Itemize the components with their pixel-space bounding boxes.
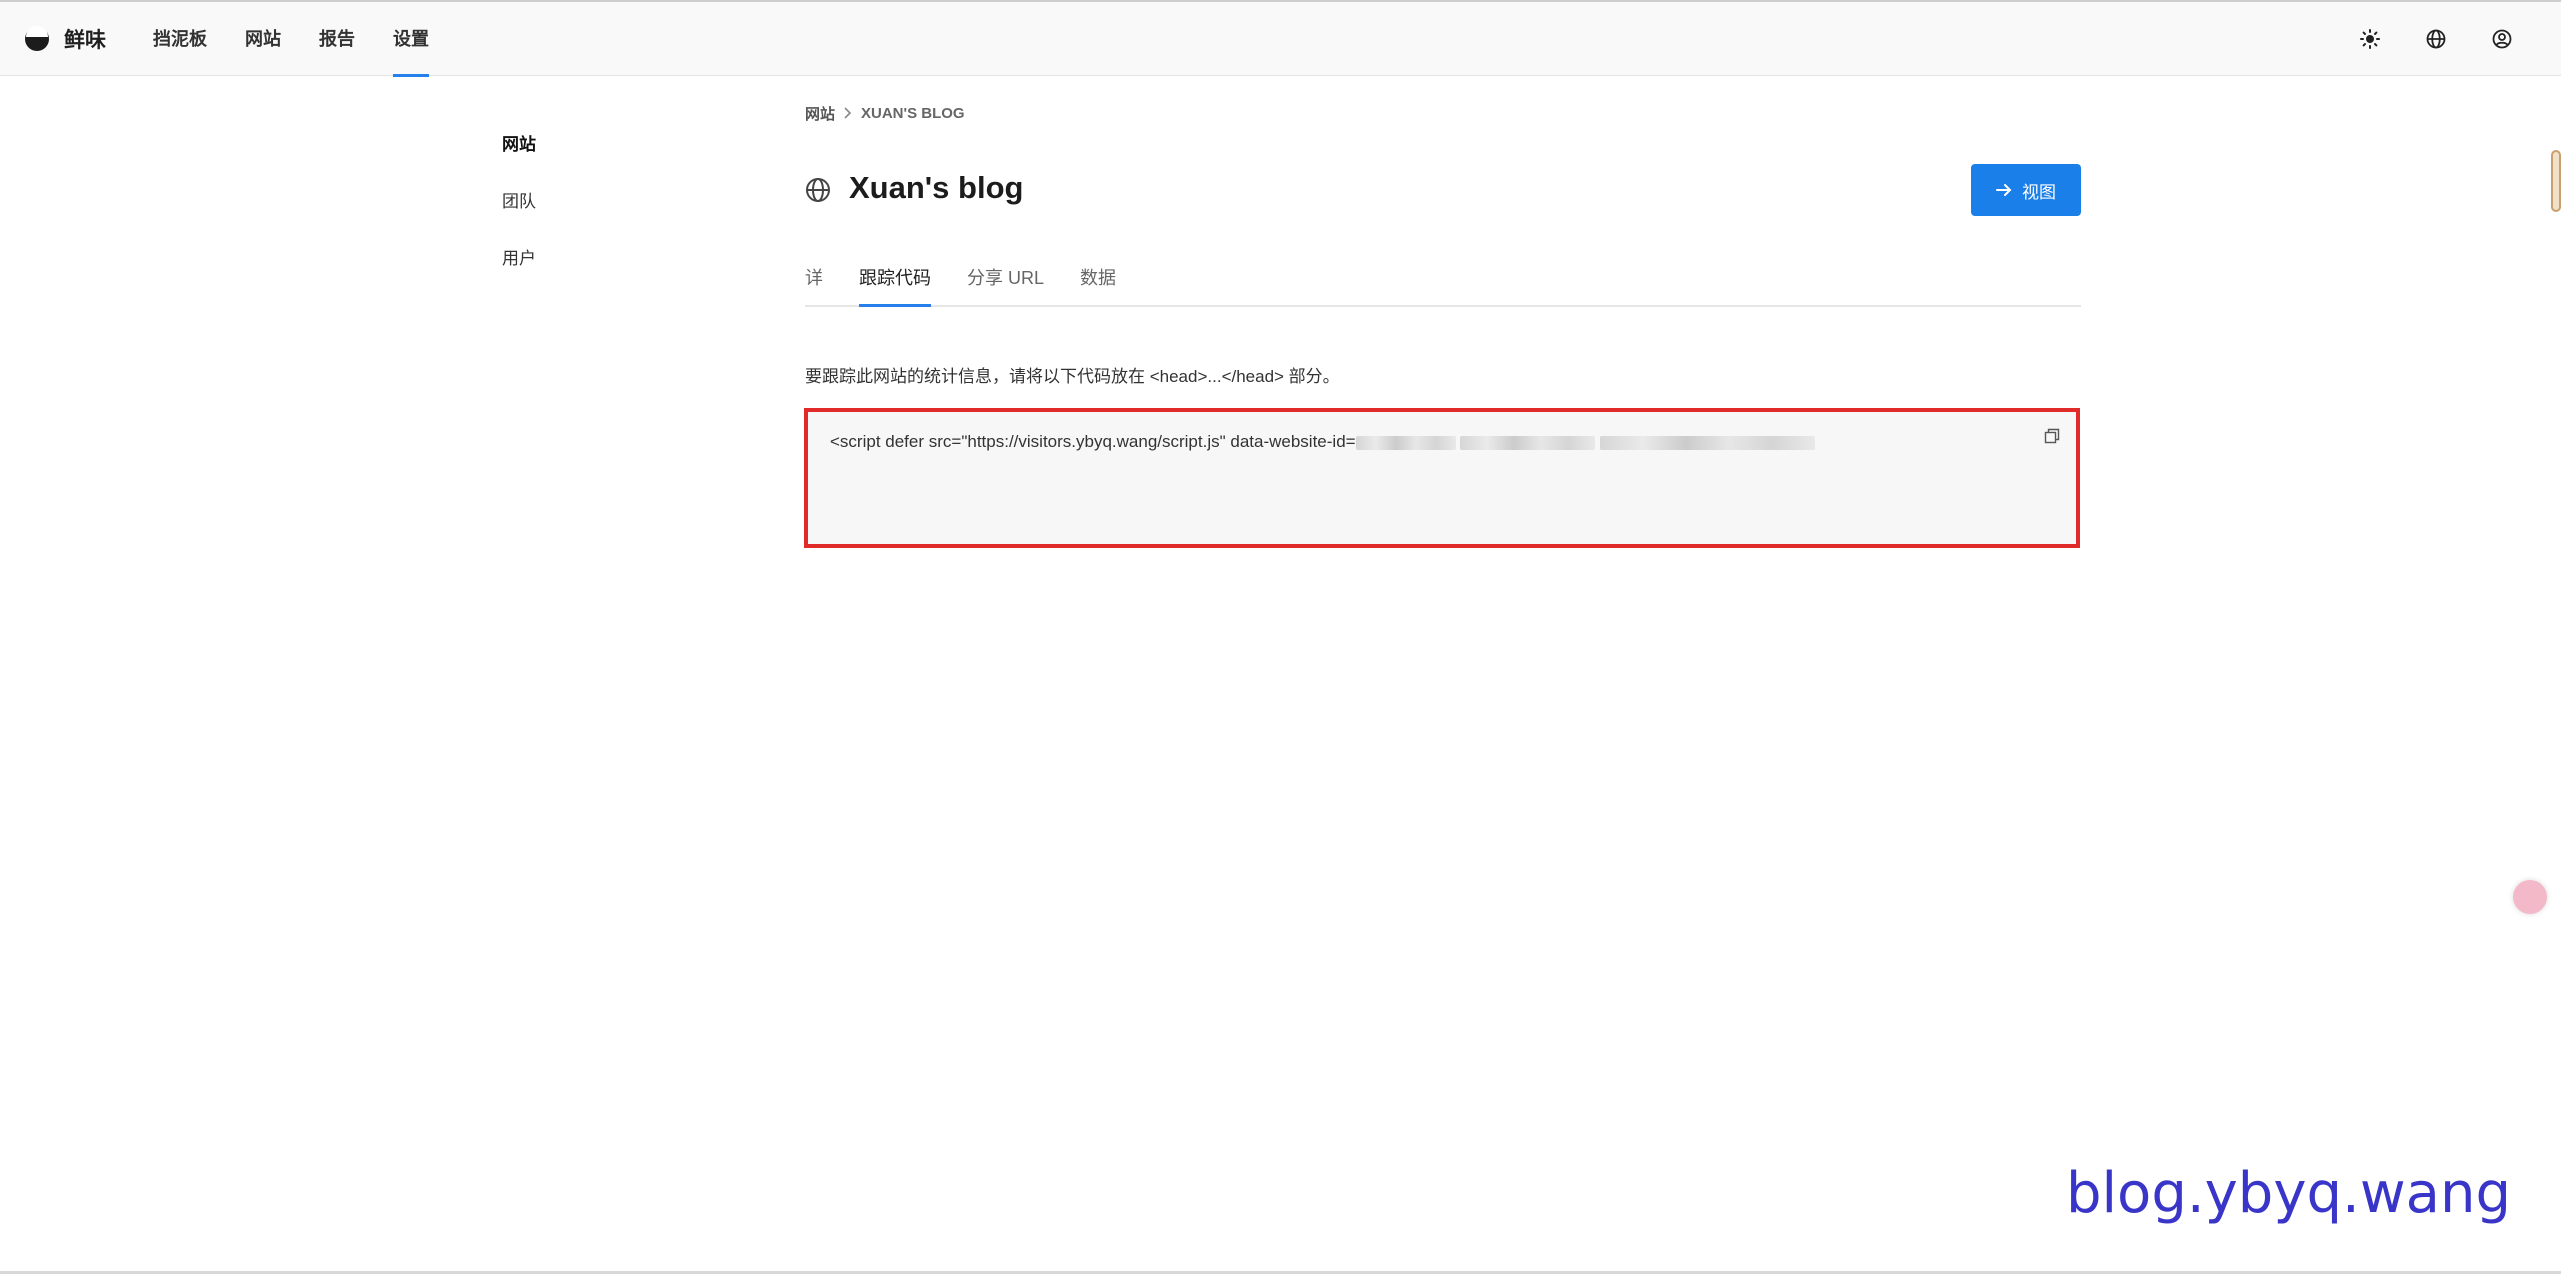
sidebar-item-teams[interactable]: 团队 <box>502 183 536 240</box>
tracking-description: 要跟踪此网站的统计信息，请将以下代码放在 <head>...</head> 部分… <box>805 367 1340 386</box>
scrollbar-thumb[interactable] <box>2551 150 2561 212</box>
main-nav: 挡泥板 网站 报告 设置 <box>153 2 467 77</box>
sun-icon[interactable] <box>2359 28 2381 50</box>
logo-icon <box>25 26 49 51</box>
header-actions <box>2359 28 2513 50</box>
website-tabs: 详 跟踪代码 分享 URL 数据 <box>805 260 2081 307</box>
user-circle-icon[interactable] <box>2491 28 2513 50</box>
nav-settings[interactable]: 设置 <box>393 2 429 77</box>
chevron-right-icon <box>844 107 852 119</box>
page-header: Xuan's blog 视图 <box>805 164 2081 216</box>
page-title: Xuan's blog <box>849 170 1024 205</box>
floating-assistant-widget[interactable] <box>2513 880 2547 914</box>
tracking-code-text: <script defer src="https://visitors.ybyq… <box>830 432 1356 451</box>
sidebar-item-websites[interactable]: 网站 <box>502 126 536 183</box>
view-button-label: 视图 <box>2022 182 2056 202</box>
app-logo[interactable]: 鲜味 <box>24 24 106 54</box>
arrow-right-icon <box>1996 184 2012 196</box>
nav-reports[interactable]: 报告 <box>319 2 355 76</box>
redacted-website-id <box>1460 435 1596 450</box>
tab-data[interactable]: 数据 <box>1080 260 1116 305</box>
nav-websites[interactable]: 网站 <box>245 2 281 76</box>
tracking-code[interactable]: <script defer src="https://visitors.ybyq… <box>830 432 1816 452</box>
redacted-website-id <box>1600 435 1816 450</box>
app-name: 鲜味 <box>64 29 106 52</box>
breadcrumb-websites-link[interactable]: 网站 <box>805 103 835 124</box>
tab-share-url[interactable]: 分享 URL <box>967 260 1044 305</box>
watermark: blog.ybyq.wang <box>2065 1161 2511 1226</box>
top-navigation-bar: 鲜味 挡泥板 网站 报告 设置 <box>0 0 2561 77</box>
globe-icon <box>806 178 830 202</box>
view-button[interactable]: 视图 <box>1971 164 2081 216</box>
redacted-website-id <box>1355 435 1456 450</box>
copy-icon[interactable] <box>2044 428 2060 444</box>
nav-dashboard[interactable]: 挡泥板 <box>153 2 207 76</box>
settings-sidebar: 网站 团队 用户 <box>502 126 536 297</box>
tracking-code-box[interactable]: <script defer src="https://visitors.ybyq… <box>804 408 2080 548</box>
globe-icon[interactable] <box>2425 28 2447 50</box>
tab-tracking-code[interactable]: 跟踪代码 <box>859 260 931 307</box>
main-content: 网站 XUAN'S BLOG Xuan's blog 视图 详 跟踪代码 分享 … <box>804 100 2081 548</box>
sidebar-item-users[interactable]: 用户 <box>502 240 536 297</box>
breadcrumb: 网站 XUAN'S BLOG <box>805 100 2081 126</box>
breadcrumb-current: XUAN'S BLOG <box>861 104 965 122</box>
tab-details[interactable]: 详 <box>805 260 823 305</box>
